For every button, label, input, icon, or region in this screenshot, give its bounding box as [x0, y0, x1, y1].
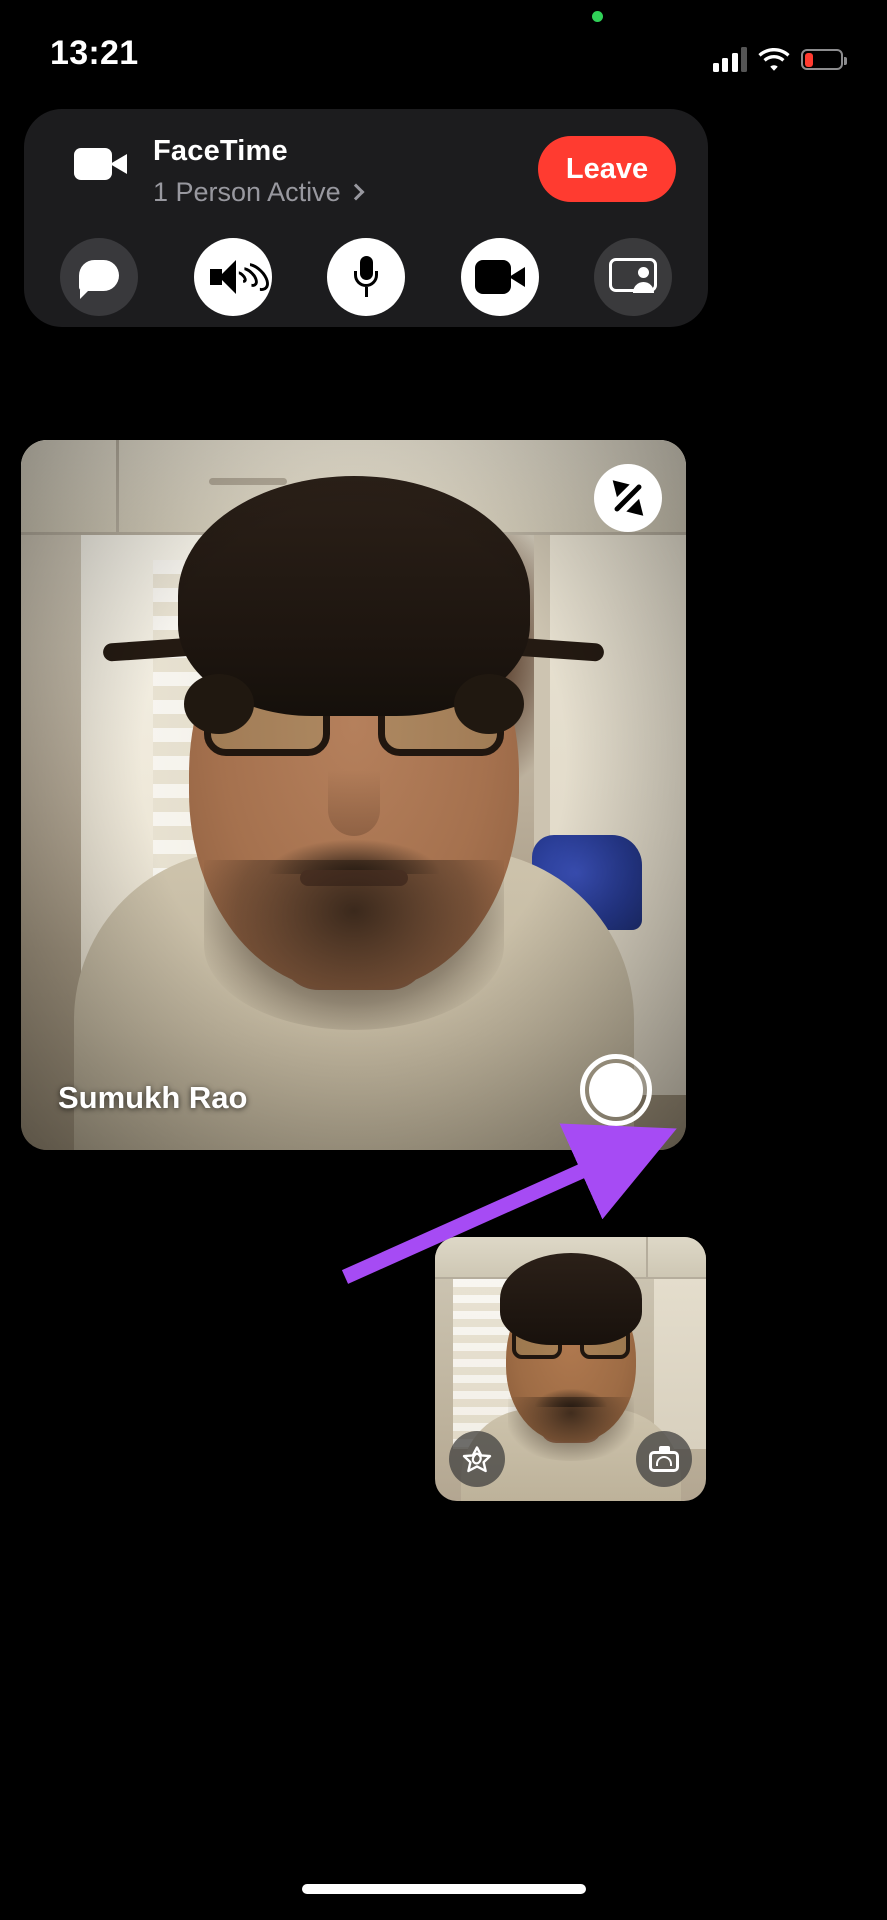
speaker-wave-icon — [209, 257, 274, 297]
status-bar: 13:21 — [0, 32, 887, 82]
speaker-button[interactable] — [193, 238, 274, 316]
share-screen-button[interactable] — [594, 238, 672, 316]
privacy-recording-dot-icon — [592, 11, 603, 22]
effects-button[interactable] — [449, 1431, 505, 1487]
flip-camera-button[interactable] — [636, 1431, 692, 1487]
phone-screen: 13:21 FaceTime 1 Person Active Leave Sum… — [0, 0, 887, 1920]
message-bubble-icon — [79, 259, 119, 299]
messages-button[interactable] — [60, 238, 138, 316]
home-indicator-bar — [301, 1884, 586, 1894]
live-photo-shutter-button[interactable] — [580, 1054, 652, 1126]
status-bar-time: 13:21 — [50, 34, 139, 72]
participants-label: 1 Person Active — [153, 177, 341, 207]
expand-arrows-icon[interactable] — [594, 464, 662, 532]
battery-low-icon — [801, 49, 847, 70]
video-camera-icon — [74, 144, 128, 184]
facetime-controls-row — [24, 227, 708, 327]
leave-call-button[interactable]: Leave — [538, 136, 676, 202]
remote-participant-name: Sumukh Rao — [58, 1080, 248, 1115]
wifi-icon — [758, 46, 790, 72]
remote-video-tile[interactable]: Sumukh Rao — [21, 440, 686, 1150]
signal-bars-icon — [712, 46, 747, 72]
status-bar-indicators — [712, 38, 847, 72]
self-video-pip[interactable] — [435, 1237, 706, 1501]
facetime-participants-status[interactable]: 1 Person Active — [153, 177, 365, 208]
chevron-right-icon — [347, 183, 365, 200]
effects-star-icon — [462, 1446, 492, 1473]
flip-camera-icon — [649, 1446, 679, 1472]
video-camera-icon — [474, 260, 525, 294]
remote-video-frame — [21, 440, 686, 1150]
facetime-control-banner: FaceTime 1 Person Active Leave — [24, 109, 708, 327]
microphone-button[interactable] — [327, 238, 405, 316]
facetime-banner-header[interactable]: FaceTime 1 Person Active Leave — [24, 109, 708, 227]
share-screen-icon — [609, 258, 657, 296]
facetime-app-title: FaceTime — [153, 135, 288, 167]
camera-button[interactable] — [460, 238, 539, 316]
microphone-icon — [353, 256, 379, 298]
